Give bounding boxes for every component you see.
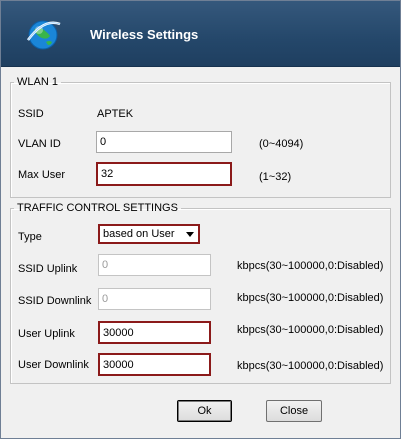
ssid-uplink-label: SSID Uplink (18, 263, 78, 275)
max-user-label: Max User (18, 169, 66, 181)
dialog-title: Wireless Settings (90, 27, 199, 42)
ok-button[interactable]: Ok (177, 400, 232, 422)
user-uplink-input[interactable] (98, 321, 211, 344)
ssid-uplink-input[interactable] (98, 254, 211, 276)
type-select-value: based on User (103, 228, 175, 240)
user-downlink-label: User Downlink (18, 359, 89, 371)
ssid-downlink-hint: kbpcs(30~100000,0:Disabled) (237, 292, 384, 304)
ssid-label: SSID (18, 108, 44, 120)
wlan-legend: WLAN 1 (17, 76, 58, 88)
wireless-settings-dialog: Wireless Settings WLAN 1 SSID APTEK VLAN… (0, 0, 401, 439)
type-select[interactable]: based on User (98, 224, 200, 244)
user-uplink-label: User Uplink (18, 328, 75, 340)
ssid-downlink-input[interactable] (98, 288, 211, 310)
traffic-legend: TRAFFIC CONTROL SETTINGS (17, 202, 178, 214)
dropdown-arrow-icon (186, 232, 194, 237)
user-uplink-hint: kbpcs(30~100000,0:Disabled) (237, 324, 384, 336)
max-user-hint: (1~32) (259, 171, 292, 183)
ssid-downlink-label: SSID Downlink (18, 295, 92, 307)
vlan-id-label: VLAN ID (18, 138, 61, 150)
max-user-input[interactable] (96, 162, 232, 186)
globe-icon (26, 20, 61, 50)
title-bar: Wireless Settings (1, 1, 400, 67)
type-label: Type (18, 231, 42, 243)
vlan-id-hint: (0~4094) (259, 138, 304, 150)
close-button[interactable]: Close (266, 400, 322, 422)
user-downlink-hint: kbpcs(30~100000,0:Disabled) (237, 360, 384, 372)
vlan-id-input[interactable] (96, 131, 232, 153)
ssid-value: APTEK (97, 108, 134, 120)
ssid-uplink-hint: kbpcs(30~100000,0:Disabled) (237, 260, 384, 272)
user-downlink-input[interactable] (98, 353, 211, 376)
